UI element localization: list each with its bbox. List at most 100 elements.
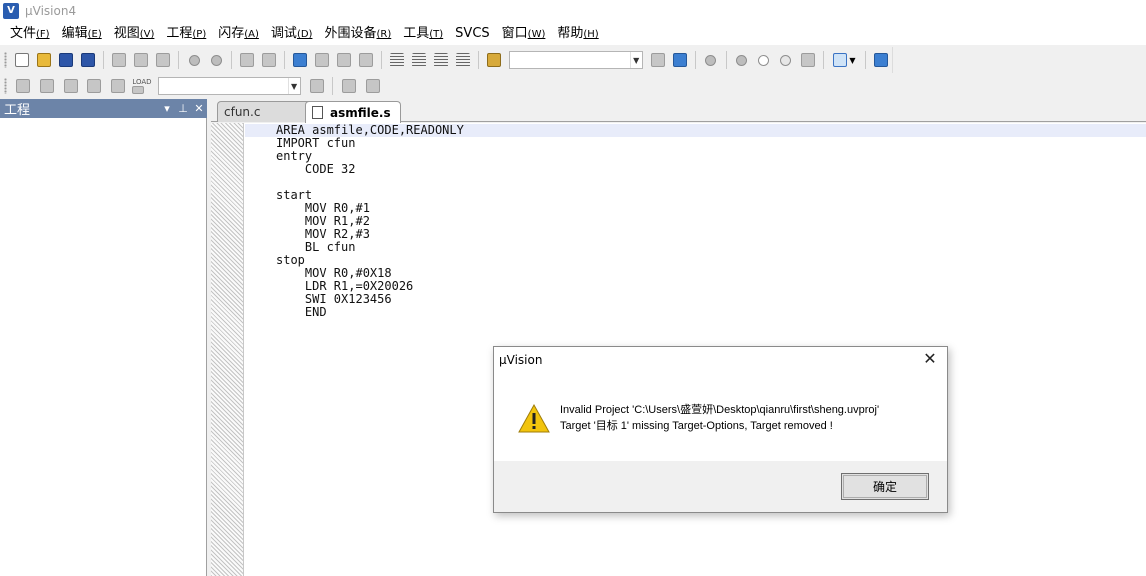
download-button[interactable]: LOAD — [131, 75, 153, 97]
toolbar-separator — [725, 51, 727, 69]
stop-build-button[interactable] — [107, 75, 129, 97]
pane-close-icon[interactable]: ✕ — [191, 102, 207, 115]
redo-button[interactable] — [206, 49, 226, 71]
tab-cfun-c[interactable]: cfun.c — [217, 101, 317, 122]
dialog-close-icon[interactable]: ✕ — [921, 350, 939, 368]
window-title: µVision4 — [25, 4, 77, 18]
kill-breakpoints-icon — [800, 53, 815, 67]
menu-debug[interactable]: 调试(D) — [265, 22, 319, 45]
manage-books-button[interactable] — [362, 75, 384, 97]
bookmark-next-button[interactable] — [334, 49, 354, 71]
bookmark-clear-button[interactable] — [356, 49, 376, 71]
ok-button[interactable]: 确定 — [841, 473, 929, 500]
nav-forward-button[interactable] — [259, 49, 279, 71]
uvision-window: V µVision4 文件(F) 编辑(E) 视图(V) 工程(P) 闪存(A)… — [0, 0, 1146, 576]
comment-icon — [434, 53, 449, 67]
menu-peripherals-label: 外围设备 — [324, 26, 377, 41]
menu-project-label: 工程 — [166, 26, 193, 41]
dialog-footer: 确定 — [494, 461, 947, 512]
toolbar-grip[interactable] — [4, 52, 7, 68]
uncomment-icon — [456, 53, 471, 67]
open-file-button[interactable] — [34, 49, 54, 71]
menu-flash-label: 闪存 — [218, 26, 245, 41]
magnifier-icon — [705, 54, 717, 66]
menu-window[interactable]: 窗口(W) — [496, 22, 552, 45]
wrench-icon — [873, 53, 888, 67]
menu-svcs[interactable]: SVCS — [449, 22, 495, 45]
menu-flash[interactable]: 闪存(A) — [212, 22, 265, 45]
menu-help[interactable]: 帮助(H) — [551, 22, 604, 45]
manage-components-button[interactable] — [338, 75, 360, 97]
cut-icon — [111, 53, 126, 67]
toolbar-separator — [864, 51, 866, 69]
menu-project[interactable]: 工程(P) — [160, 22, 212, 45]
nav-back-button[interactable] — [237, 49, 257, 71]
find-combobox[interactable]: ▼ — [509, 51, 643, 69]
disable-all-breakpoints-button[interactable] — [776, 49, 796, 71]
save-all-icon — [80, 53, 95, 67]
find-in-files-button[interactable] — [484, 49, 504, 71]
menu-view[interactable]: 视图(V) — [108, 22, 161, 45]
cut-button[interactable] — [109, 49, 129, 71]
save-button[interactable] — [56, 49, 76, 71]
rebuild-icon — [63, 79, 78, 93]
warning-icon — [518, 404, 550, 433]
uvision-app-icon: V — [3, 3, 19, 19]
pane-dropdown-icon[interactable]: ▾ — [159, 102, 175, 115]
batch-build-button[interactable] — [83, 75, 105, 97]
menu-file[interactable]: 文件(F) — [4, 22, 56, 45]
breakpoint-button[interactable] — [732, 49, 752, 71]
menu-tools[interactable]: 工具(T) — [397, 22, 449, 45]
find-button[interactable] — [648, 49, 668, 71]
chevron-down-icon: ▼ — [629, 52, 642, 68]
disable-breakpoint-icon — [758, 54, 770, 66]
target-options-button[interactable] — [306, 75, 328, 97]
new-file-button[interactable] — [12, 49, 32, 71]
rebuild-button[interactable] — [60, 75, 82, 97]
tab-asmfile-label: asmfile.s — [330, 105, 391, 120]
menu-flash-key: (A) — [244, 29, 259, 40]
chevron-down-icon: ▼ — [849, 55, 856, 65]
menu-peripherals[interactable]: 外围设备(R) — [318, 22, 397, 45]
comment-button[interactable] — [431, 49, 451, 71]
copy-icon — [133, 53, 148, 67]
stop-build-icon — [111, 79, 126, 93]
bookmark-prev-button[interactable] — [312, 49, 332, 71]
batch-build-icon — [87, 79, 102, 93]
build-button[interactable] — [36, 75, 58, 97]
pane-pin-icon[interactable]: ⊥ — [175, 102, 191, 115]
save-all-button[interactable] — [78, 49, 98, 71]
indent-button[interactable] — [387, 49, 407, 71]
tab-asmfile-s[interactable]: asmfile.s — [305, 101, 401, 123]
project-tree[interactable] — [0, 118, 207, 576]
toolbar-grip[interactable] — [4, 78, 7, 94]
unindent-button[interactable] — [409, 49, 429, 71]
menu-bar: 文件(F) 编辑(E) 视图(V) 工程(P) 闪存(A) 调试(D) 外围设备… — [0, 22, 1146, 45]
editor-tab-bar: cfun.c asmfile.s — [211, 99, 1146, 123]
new-file-icon — [14, 53, 29, 67]
toolbar-separator — [381, 51, 383, 69]
menu-edit[interactable]: 编辑(E) — [56, 22, 108, 45]
uncomment-button[interactable] — [453, 49, 473, 71]
toolbar-separator — [178, 51, 179, 69]
toolbar-separator — [823, 51, 824, 69]
kill-all-breakpoints-button[interactable] — [798, 49, 818, 71]
configure-button[interactable] — [871, 49, 891, 71]
code-text[interactable]: AREA asmfile,CODE,READONLY IMPORT cfun e… — [276, 124, 464, 319]
window-layout-button[interactable]: ▼ — [829, 49, 860, 71]
disable-all-breakpoints-icon — [780, 54, 792, 66]
debug-session-button[interactable] — [701, 49, 721, 71]
undo-button[interactable] — [184, 49, 204, 71]
incremental-find-button[interactable] — [670, 49, 690, 71]
bookmark-button[interactable] — [290, 49, 310, 71]
paste-button[interactable] — [153, 49, 173, 71]
load-icon: LOAD — [132, 78, 152, 94]
dialog-title: µVision — [499, 353, 543, 367]
copy-button[interactable] — [131, 49, 151, 71]
target-select[interactable]: ▼ — [157, 77, 301, 95]
menu-svcs-label: SVCS — [455, 26, 490, 41]
dialog-title-bar[interactable]: µVision — [494, 347, 947, 373]
disable-breakpoint-button[interactable] — [754, 49, 774, 71]
editor-gutter[interactable] — [211, 123, 244, 576]
translate-button[interactable] — [12, 75, 34, 97]
